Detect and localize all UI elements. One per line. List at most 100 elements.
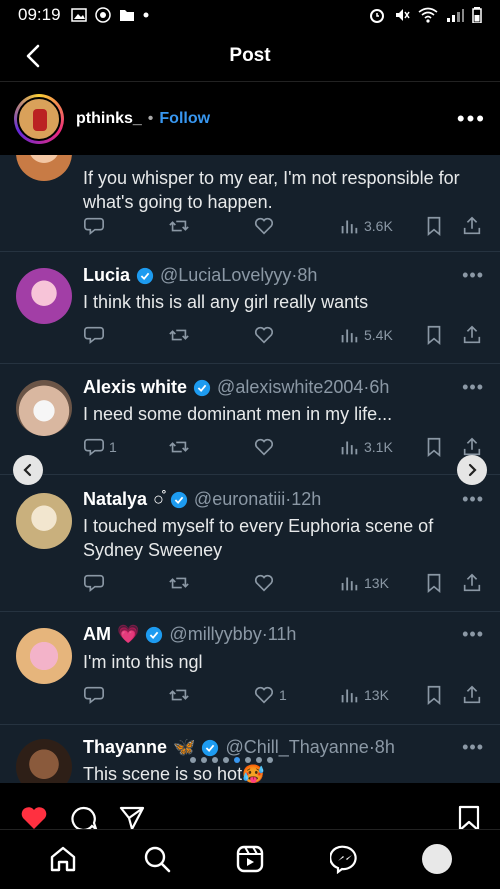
like-button[interactable] xyxy=(253,436,275,458)
reply-button[interactable] xyxy=(83,215,105,237)
tweet-more-button[interactable]: ••• xyxy=(462,624,484,645)
tweet-text: I think this is all any girl really want… xyxy=(83,292,369,312)
speech-bubble-icon xyxy=(84,326,104,345)
tweet-more-button[interactable]: ••• xyxy=(462,265,484,286)
verified-badge-icon xyxy=(136,267,154,284)
tweet-handle: @alexiswhite2004 xyxy=(217,377,364,397)
more-notifications-icon xyxy=(143,12,149,18)
views-stat[interactable]: 3.1K xyxy=(338,436,393,458)
bar-chart-icon xyxy=(341,220,358,234)
like-button[interactable] xyxy=(253,324,275,346)
bookmark-icon[interactable] xyxy=(455,805,483,831)
like-button[interactable] xyxy=(253,572,275,594)
verified-badge-icon xyxy=(170,491,188,508)
bookmark-icon xyxy=(427,216,441,237)
tweet-time: ·11h xyxy=(261,624,297,644)
heart-icon xyxy=(254,326,274,344)
views-stat[interactable]: 3.6K xyxy=(338,215,393,237)
more-options-button[interactable]: ••• xyxy=(457,106,486,132)
share-button[interactable] xyxy=(461,324,483,346)
like-count: 1 xyxy=(279,687,287,703)
share-button[interactable] xyxy=(461,215,483,237)
carousel-prev-button[interactable] xyxy=(13,455,43,485)
retweet-icon xyxy=(169,577,189,589)
bottom-navigation xyxy=(0,829,500,889)
search-icon[interactable] xyxy=(142,844,172,874)
tweet-time: ·8h xyxy=(291,265,318,285)
views-count: 3.6K xyxy=(364,218,393,234)
like-button[interactable] xyxy=(253,215,275,237)
tweet-time: ·8h xyxy=(368,737,395,757)
reply-button[interactable] xyxy=(83,684,105,706)
chevron-right-icon xyxy=(468,463,477,477)
share-button[interactable] xyxy=(461,572,483,594)
bookmark-button[interactable] xyxy=(423,215,445,237)
follow-button[interactable]: Follow xyxy=(159,110,210,128)
tweet-card: Natalya ○̊ @euronatiii ·12h ••• I touche… xyxy=(0,475,500,612)
carousel-dot xyxy=(190,757,196,763)
tweet-handle: @millyybby xyxy=(169,624,262,644)
tweet-more-button[interactable]: ••• xyxy=(462,489,484,510)
tweet-text: If you whisper to my ear, I'm not respon… xyxy=(83,168,460,212)
post-username[interactable]: pthinks_ xyxy=(76,110,142,128)
tweet-header: Lucia @LuciaLovelyyy ·8h xyxy=(83,265,317,286)
wifi-icon xyxy=(418,7,438,23)
bookmark-icon xyxy=(427,437,441,458)
avatar[interactable] xyxy=(14,94,64,144)
views-stat[interactable]: 13K xyxy=(338,684,389,706)
tweet-more-button[interactable]: ••• xyxy=(462,737,484,758)
name-emoji: 🦋 xyxy=(173,737,196,757)
carousel-dot xyxy=(256,757,262,763)
tweet-handle: @Chill_Thayanne xyxy=(225,737,369,757)
comment-icon[interactable] xyxy=(70,805,98,831)
speech-bubble-icon xyxy=(84,217,104,236)
retweet-button[interactable] xyxy=(168,324,190,346)
verified-badge-icon xyxy=(193,379,211,396)
retweet-button[interactable] xyxy=(168,684,190,706)
retweet-button[interactable] xyxy=(168,215,190,237)
reply-button[interactable]: 1 xyxy=(83,436,117,458)
tweet-author-name: Natalya xyxy=(83,489,148,509)
home-icon[interactable] xyxy=(48,844,78,874)
reply-button[interactable] xyxy=(83,572,105,594)
signal-icon xyxy=(447,9,464,22)
alarm-icon xyxy=(370,9,384,23)
tweet-more-button[interactable]: ••• xyxy=(462,377,484,398)
tweet-header: Thayanne 🦋 @Chill_Thayanne ·8h xyxy=(83,737,395,758)
heart-icon xyxy=(254,438,274,456)
like-button[interactable]: 1 xyxy=(253,684,287,706)
tweet-actions: 13K xyxy=(83,572,488,596)
separator-dot: • xyxy=(147,110,154,127)
retweet-button[interactable] xyxy=(168,572,190,594)
tweet-author-name: Alexis white xyxy=(83,377,188,397)
carousel-dot xyxy=(267,757,273,763)
tweet-avatar xyxy=(16,155,72,181)
bookmark-button[interactable] xyxy=(423,436,445,458)
bookmark-button[interactable] xyxy=(423,572,445,594)
chrome-icon xyxy=(94,7,111,23)
tweet-header: AM 💗 @millyybby ·11h xyxy=(83,624,296,645)
heart-icon[interactable] xyxy=(20,805,48,831)
messenger-icon[interactable] xyxy=(330,844,360,874)
share-icon[interactable] xyxy=(118,805,146,831)
profile-avatar[interactable] xyxy=(422,844,452,874)
tweet-text: This scene is so hot🥵 xyxy=(83,764,265,783)
carousel-next-button[interactable] xyxy=(457,455,487,485)
tweet-time: ·12h xyxy=(285,489,322,509)
bookmark-button[interactable] xyxy=(423,684,445,706)
tweet-header: Natalya ○̊ @euronatiii ·12h xyxy=(83,489,321,510)
reply-button[interactable] xyxy=(83,324,105,346)
share-button[interactable] xyxy=(461,684,483,706)
bookmark-button[interactable] xyxy=(423,324,445,346)
status-time: 09:19 xyxy=(18,5,61,24)
heart-icon xyxy=(254,686,274,704)
retweet-button[interactable] xyxy=(168,436,190,458)
mute-icon xyxy=(396,9,410,21)
views-count: 13K xyxy=(364,575,389,591)
reels-icon[interactable] xyxy=(235,844,265,874)
chevron-left-icon[interactable] xyxy=(20,42,48,70)
bookmark-icon xyxy=(427,573,441,594)
views-stat[interactable]: 5.4K xyxy=(338,324,393,346)
bar-chart-icon xyxy=(341,441,358,455)
views-stat[interactable]: 13K xyxy=(338,572,389,594)
